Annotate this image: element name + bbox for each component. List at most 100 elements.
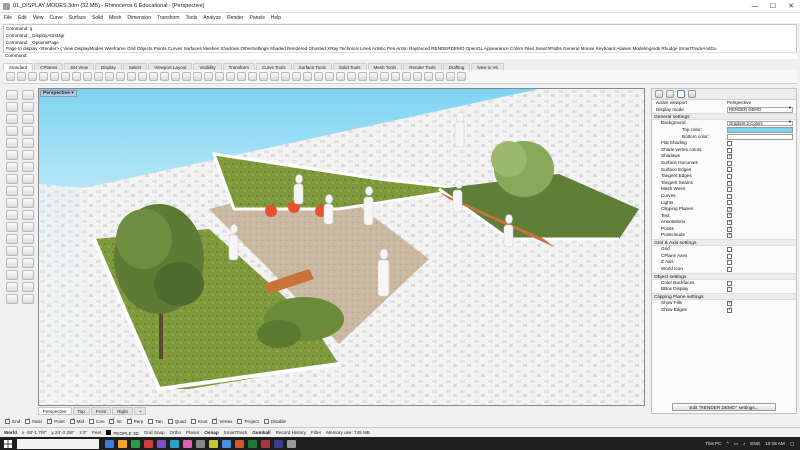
osnap-toggle[interactable]: Osnap (204, 430, 218, 435)
properties-tab-icon[interactable] (655, 90, 663, 98)
toolbar-tool-icon[interactable] (325, 72, 334, 81)
taskbar-app-icon[interactable] (209, 439, 218, 448)
notifications-icon[interactable]: ▢ (790, 441, 794, 447)
panel-section-header[interactable]: General settings (652, 113, 796, 121)
toolbar-tool-icon[interactable] (446, 72, 455, 81)
modeling-tool-icon[interactable] (22, 186, 34, 196)
toolbar-tool-icon[interactable] (28, 72, 37, 81)
toolbar-tool-icon[interactable] (193, 72, 202, 81)
toolbar-tool-icon[interactable] (402, 72, 411, 81)
edit-display-mode-button[interactable]: Edit "RENDER DEMO" settings... (672, 403, 776, 411)
toolbar-tool-icon[interactable] (435, 72, 444, 81)
toolbar-tool-icon[interactable] (358, 72, 367, 81)
tab-front[interactable]: Front (90, 407, 112, 415)
osnap-cen[interactable]: Cen (89, 418, 104, 424)
osnap-tan[interactable]: Tan (148, 418, 163, 424)
toolbar-tool-icon[interactable] (424, 72, 433, 81)
panel-row-checkbox[interactable] (727, 306, 733, 313)
tab-right[interactable]: Right (112, 407, 133, 415)
osnap-int[interactable]: Int (109, 417, 122, 424)
display-mode-select[interactable]: RENDER DEMO (727, 107, 793, 113)
osnap-checkbox[interactable] (5, 417, 11, 424)
toolbar-tool-icon[interactable] (138, 72, 147, 81)
osnap-end[interactable]: End (5, 417, 20, 424)
taskbar-app-icon[interactable] (287, 439, 296, 448)
tab-solid-tools[interactable]: Solid Tools (332, 63, 367, 70)
panel-row-checkbox[interactable] (727, 280, 732, 286)
clock[interactable]: 10:18 AM (765, 441, 784, 446)
toolbar-tool-icon[interactable] (105, 72, 114, 81)
language-indicator[interactable]: ENG (750, 441, 760, 446)
menu-panels[interactable]: Panels (250, 15, 265, 21)
modeling-tool-icon[interactable] (22, 294, 34, 304)
osnap-near[interactable]: Near (25, 417, 42, 424)
toolbar-tool-icon[interactable] (237, 72, 246, 81)
taskbar-app-icon[interactable] (235, 439, 244, 448)
toolbar-tool-icon[interactable] (292, 72, 301, 81)
gumball-toggle[interactable]: Gumball (252, 430, 270, 435)
modeling-tool-icon[interactable] (6, 102, 18, 112)
modeling-tool-icon[interactable] (6, 258, 18, 268)
modeling-tool-icon[interactable] (6, 126, 18, 136)
grid-snap-toggle[interactable]: Grid Snap (144, 430, 165, 435)
toolbar-tool-icon[interactable] (347, 72, 356, 81)
planar-toggle[interactable]: Planar (186, 430, 199, 435)
background-style-select[interactable]: Gradient 2 Colors (727, 120, 793, 127)
toolbar-tool-icon[interactable] (215, 72, 224, 81)
modeling-tool-icon[interactable] (6, 234, 18, 244)
tab-curve-tools[interactable]: Curve Tools (255, 63, 292, 70)
panel-row-checkbox[interactable] (727, 160, 732, 166)
toolbar-tool-icon[interactable] (6, 72, 15, 81)
toolbar-tool-icon[interactable] (94, 72, 103, 81)
toolbar-tool-icon[interactable] (303, 72, 312, 81)
menu-render[interactable]: Render (227, 15, 243, 21)
command-prompt-input[interactable]: Command: (3, 52, 797, 59)
toolbar-tool-icon[interactable] (204, 72, 213, 81)
modeling-tool-icon[interactable] (22, 90, 34, 100)
menu-surface[interactable]: Surface (69, 15, 86, 21)
modeling-tool-icon[interactable] (22, 114, 34, 124)
taskbar-app-icon[interactable] (196, 439, 205, 448)
modeling-tool-icon[interactable] (22, 150, 34, 160)
osnap-checkbox[interactable] (167, 418, 173, 424)
osnap-checkbox[interactable] (89, 418, 95, 424)
toolbar-tool-icon[interactable] (259, 72, 268, 81)
smarttrack-toggle[interactable]: SmartTrack (224, 430, 248, 435)
menu-transform[interactable]: Transform (157, 15, 180, 21)
taskbar-app-icon[interactable] (118, 439, 127, 448)
modeling-tool-icon[interactable] (6, 282, 18, 292)
close-button[interactable]: ✕ (782, 0, 800, 13)
panel-section-header[interactable]: Object settings (652, 272, 796, 280)
tab-surface-tools[interactable]: Surface Tools (292, 63, 332, 70)
toolbar-tool-icon[interactable] (39, 72, 48, 81)
toolbar-tool-icon[interactable] (116, 72, 125, 81)
filter-toggle[interactable]: Filter (311, 430, 321, 435)
osnap-checkbox[interactable] (47, 417, 53, 424)
tab-display[interactable]: Display (94, 63, 122, 70)
top-color-swatch[interactable] (727, 127, 793, 134)
modeling-tool-icon[interactable] (22, 282, 34, 292)
menu-help[interactable]: Help (271, 15, 281, 21)
osnap-vertex[interactable]: Vertex (212, 417, 232, 424)
up-chevron-icon[interactable]: ^ (726, 441, 728, 446)
toolbar-tool-icon[interactable] (281, 72, 290, 81)
taskbar-app-icon[interactable] (144, 439, 153, 448)
panel-row-checkbox[interactable] (727, 247, 732, 253)
current-layer[interactable]: PEOPLE 3D (106, 429, 139, 436)
osnap-checkbox[interactable] (69, 417, 75, 424)
modeling-tool-icon[interactable] (6, 90, 18, 100)
modeling-tool-icon[interactable] (22, 138, 34, 148)
tab-select[interactable]: Select (122, 63, 148, 70)
osnap-checkbox[interactable] (190, 418, 196, 424)
panel-row-checkbox[interactable] (727, 266, 732, 272)
taskbar-search-input[interactable] (17, 438, 99, 449)
modeling-tool-icon[interactable] (22, 210, 34, 220)
toolbar-tool-icon[interactable] (72, 72, 81, 81)
modeling-tool-icon[interactable] (6, 246, 18, 256)
tab-perspective[interactable]: Perspective (38, 407, 72, 415)
tab-visibility[interactable]: Visibility (193, 63, 222, 70)
tab-set-view[interactable]: Set View (64, 63, 94, 70)
osnap-disable[interactable]: Disable (263, 418, 286, 424)
volume-icon[interactable]: ♪ (743, 441, 745, 446)
modeling-tool-icon[interactable] (22, 174, 34, 184)
